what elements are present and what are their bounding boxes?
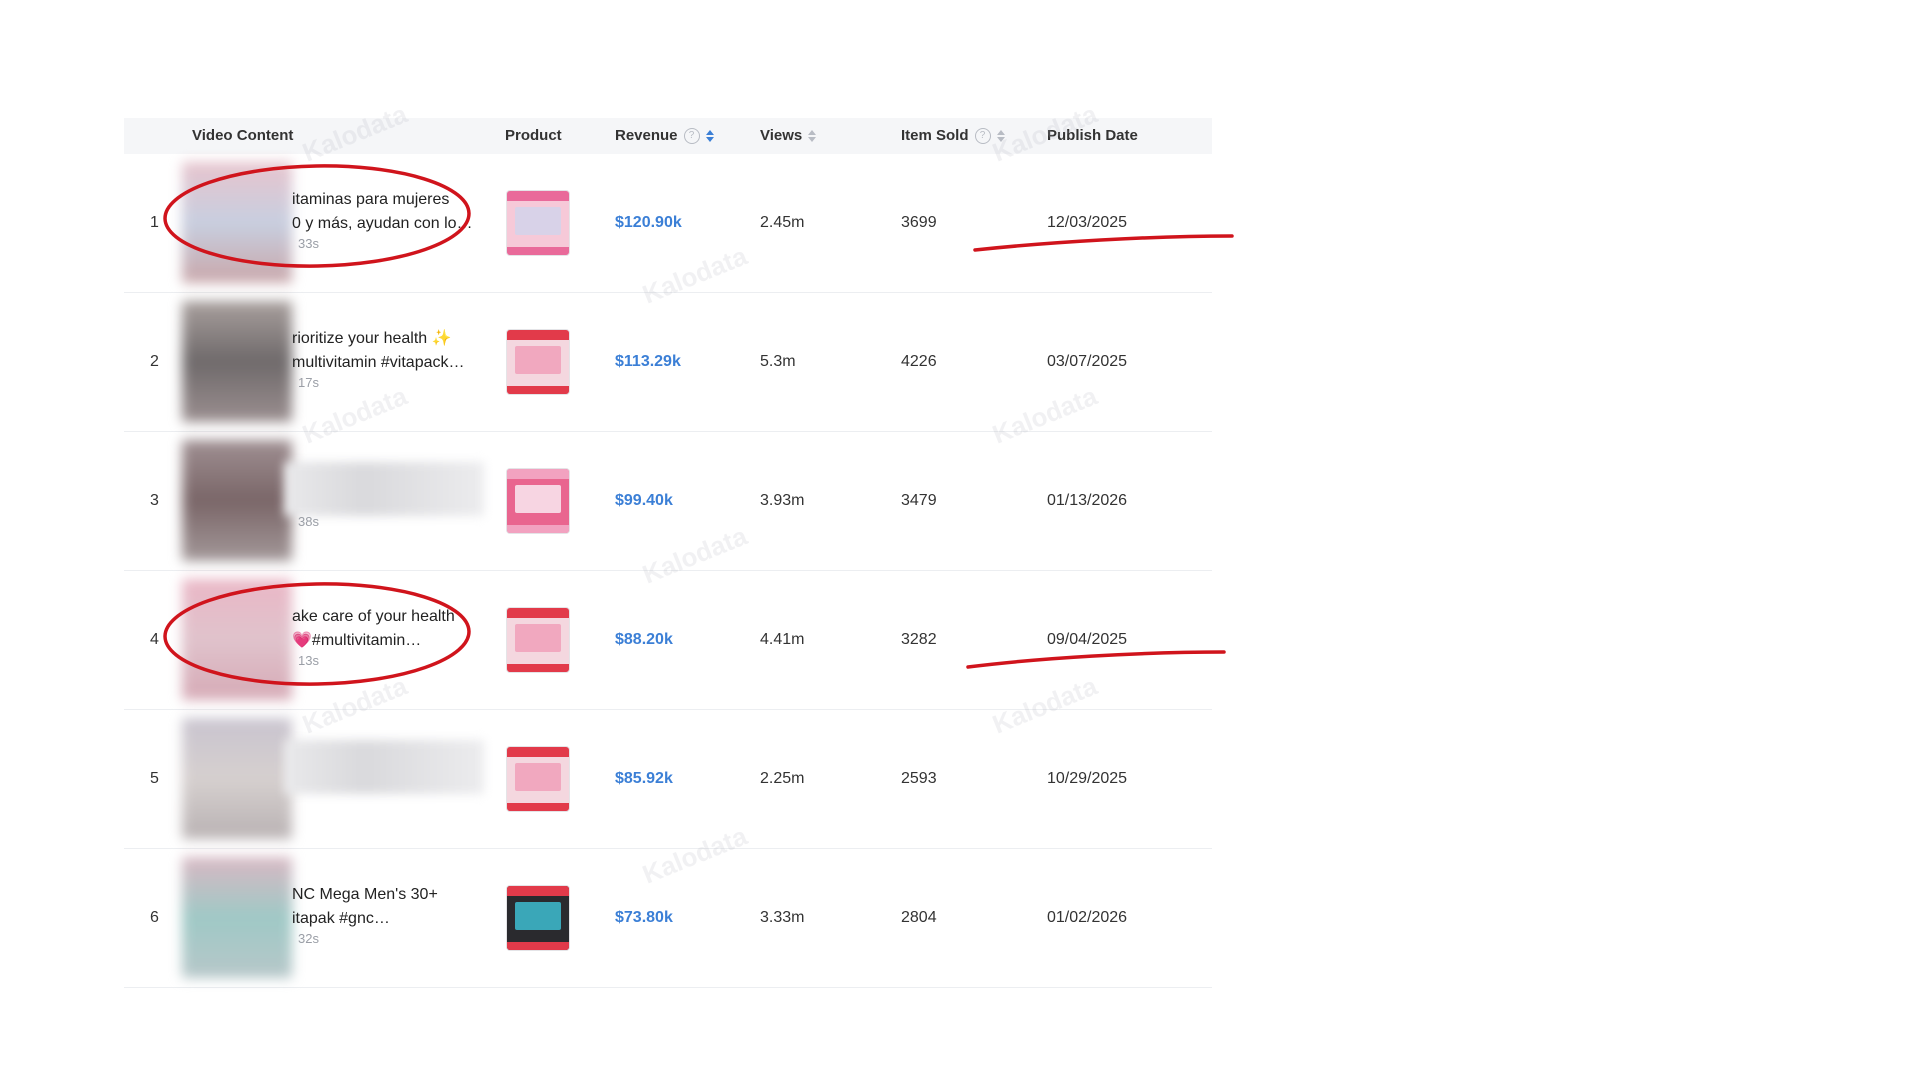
item-sold-value: 4226	[901, 353, 937, 370]
item-sold-value: 2804	[901, 909, 937, 926]
item-sold-value: 3699	[901, 214, 937, 231]
help-icon[interactable]: ?	[974, 128, 991, 144]
revenue-value[interactable]: $113.29k	[615, 293, 681, 431]
video-title-line: rioritize your health ✨	[292, 330, 452, 347]
table-row[interactable]: 1 itaminas para mujeres 0 y más, ayudan …	[124, 154, 1212, 293]
views-value: 5.3m	[760, 353, 796, 370]
publish-date-value: 01/02/2026	[1047, 909, 1128, 926]
publish-date-value: 10/29/2025	[1047, 770, 1128, 787]
video-thumbnail[interactable]	[182, 579, 292, 700]
video-title[interactable]: ake care of your health 💗#multivitamin…	[292, 605, 482, 653]
revenue-value[interactable]: $88.20k	[615, 571, 673, 709]
video-thumbnail[interactable]	[182, 857, 292, 978]
video-duration: 13s	[298, 653, 319, 668]
video-thumbnail[interactable]	[182, 301, 292, 422]
sort-icon[interactable]	[996, 129, 1005, 143]
table-body: 1 itaminas para mujeres 0 y más, ayudan …	[124, 154, 1212, 988]
product-image[interactable]	[507, 330, 569, 394]
table-row[interactable]: 4 ake care of your health 💗#multivitamin…	[124, 571, 1212, 710]
rank-number: 2	[150, 353, 159, 370]
views-value: 2.25m	[760, 770, 805, 787]
video-ranking-table: Video Content Product Revenue ? Views It…	[124, 118, 1212, 988]
header-video-content[interactable]: Video Content	[192, 118, 293, 154]
table-row[interactable]: 5 $85.92k 2.25m 2593 10/29/2025	[124, 710, 1212, 849]
rank-number: 6	[150, 909, 159, 926]
views-value: 4.41m	[760, 631, 805, 648]
revenue-value[interactable]: $120.90k	[615, 154, 682, 292]
video-title-line: NC Mega Men's 30+	[292, 886, 438, 903]
publish-date-value: 09/04/2025	[1047, 631, 1128, 648]
sort-icon[interactable]	[705, 129, 714, 143]
video-title-line: itaminas para mujeres	[292, 191, 450, 208]
video-title[interactable]: NC Mega Men's 30+ itapak #gnc…	[292, 883, 482, 931]
video-title[interactable]: itaminas para mujeres 0 y más, ayudan co…	[292, 188, 482, 236]
product-image[interactable]	[507, 608, 569, 672]
product-image[interactable]	[507, 747, 569, 811]
views-value: 3.33m	[760, 909, 805, 926]
revenue-value[interactable]: $85.92k	[615, 710, 673, 848]
video-duration: 32s	[298, 931, 319, 946]
revenue-value[interactable]: $73.80k	[615, 849, 673, 987]
video-thumbnail[interactable]	[182, 440, 292, 561]
rank-number: 1	[150, 214, 159, 231]
video-duration: 33s	[298, 236, 319, 251]
views-value: 3.93m	[760, 492, 805, 509]
product-image[interactable]	[507, 191, 569, 255]
item-sold-value: 3479	[901, 492, 937, 509]
publish-date-value: 01/13/2026	[1047, 492, 1128, 509]
redacted-title	[284, 462, 484, 516]
item-sold-value: 3282	[901, 631, 937, 648]
revenue-value[interactable]: $99.40k	[615, 432, 673, 570]
video-title-line: itapak #gnc…	[292, 910, 390, 927]
video-title[interactable]: rioritize your health ✨ multivitamin #vi…	[292, 327, 482, 375]
header-views[interactable]: Views	[760, 118, 817, 154]
video-title-line: ake care of your health	[292, 608, 455, 625]
publish-date-value: 03/07/2025	[1047, 353, 1128, 370]
header-item-sold[interactable]: Item Sold ?	[901, 118, 1005, 154]
rank-number: 3	[150, 492, 159, 509]
video-duration: 17s	[298, 375, 319, 390]
table-row[interactable]: 6 NC Mega Men's 30+ itapak #gnc… 32s $73…	[124, 849, 1212, 988]
product-image[interactable]	[507, 886, 569, 950]
table-header: Video Content Product Revenue ? Views It…	[124, 118, 1212, 154]
publish-date-value: 12/03/2025	[1047, 214, 1128, 231]
views-value: 2.45m	[760, 214, 805, 231]
sort-icon[interactable]	[808, 129, 817, 143]
table-row[interactable]: 2 rioritize your health ✨ multivitamin #…	[124, 293, 1212, 432]
header-revenue[interactable]: Revenue ?	[615, 118, 714, 154]
header-product[interactable]: Product	[505, 118, 562, 154]
table-row[interactable]: 3 38s $99.40k 3.93m 3479 01/13/2026	[124, 432, 1212, 571]
video-thumbnail[interactable]	[182, 162, 292, 283]
video-title-line: 💗#multivitamin…	[292, 632, 422, 649]
rank-number: 4	[150, 631, 159, 648]
header-publish-date[interactable]: Publish Date	[1047, 118, 1138, 154]
video-title-line: 0 y más, ayudan con lo…	[292, 215, 473, 232]
item-sold-value: 2593	[901, 770, 937, 787]
video-title-line: multivitamin #vitapack…	[292, 354, 465, 371]
redacted-title	[284, 740, 484, 794]
rank-number: 5	[150, 770, 159, 787]
product-image[interactable]	[507, 469, 569, 533]
help-icon[interactable]: ?	[683, 128, 700, 144]
video-duration: 38s	[298, 514, 319, 529]
video-thumbnail[interactable]	[182, 718, 292, 839]
